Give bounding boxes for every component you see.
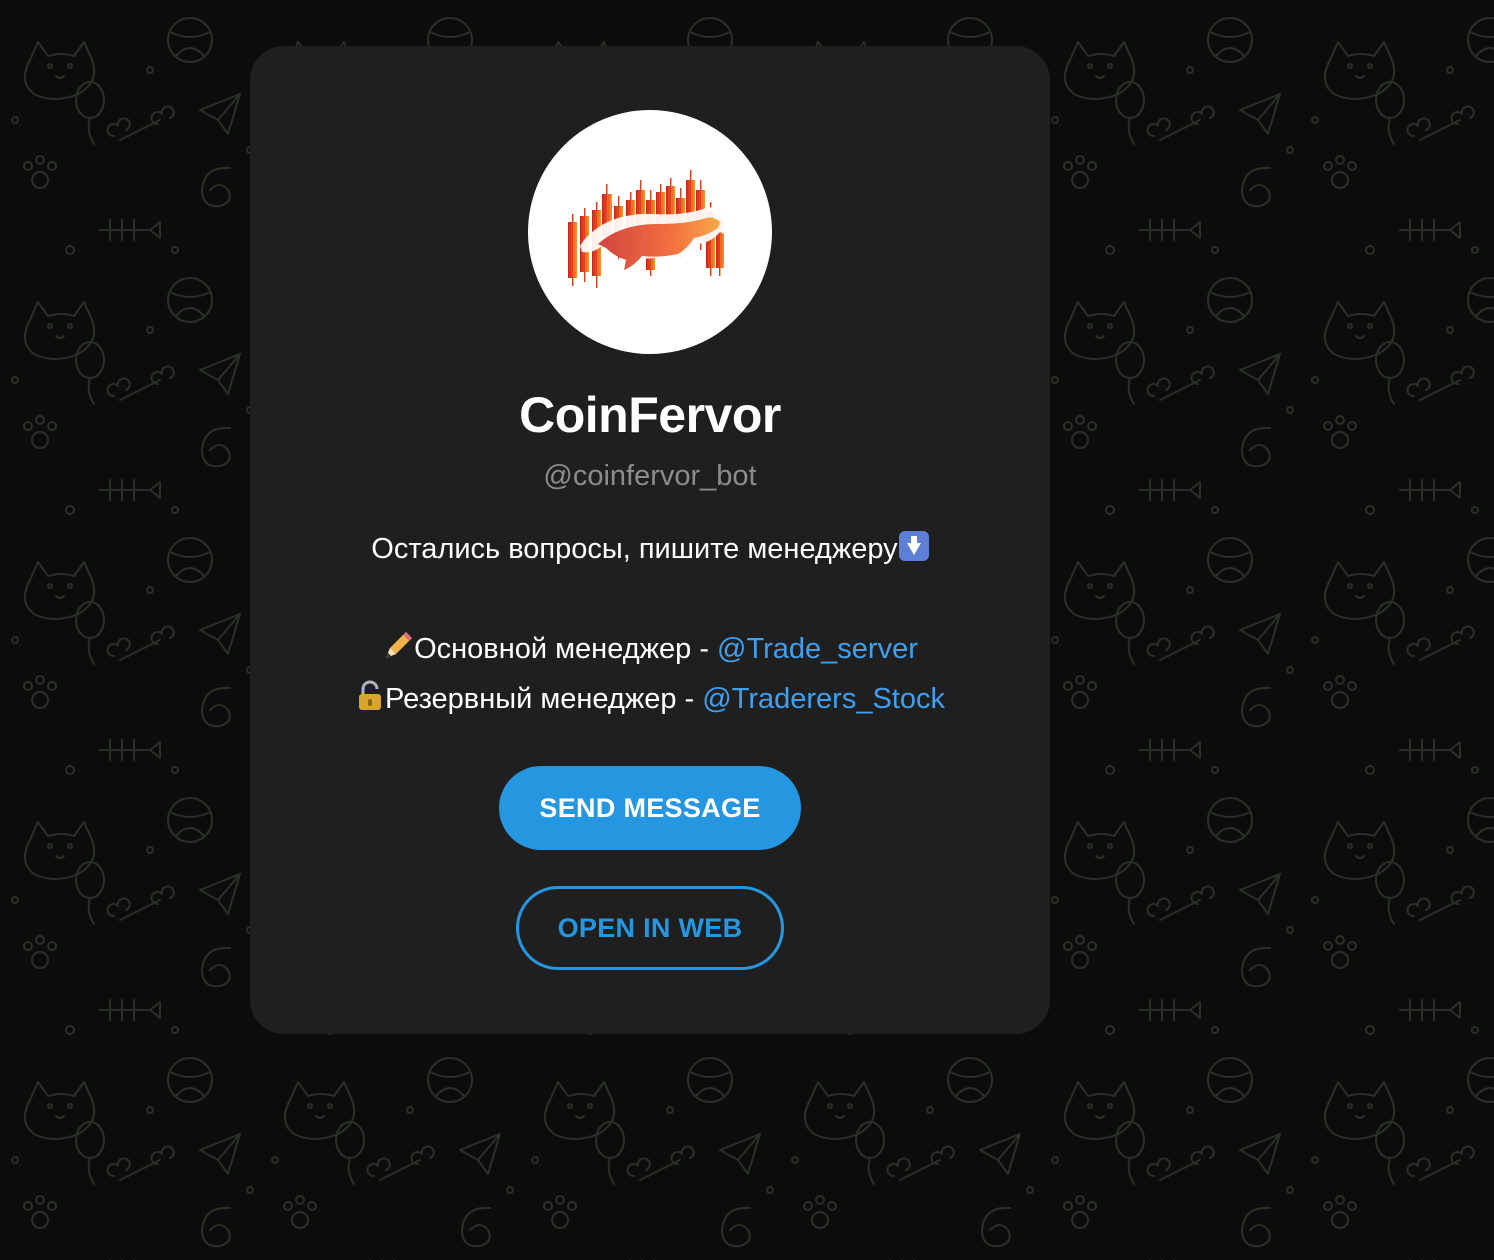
main-manager-link[interactable]: @Trade_server <box>717 633 918 665</box>
main-manager-label: Основной менеджер - <box>414 633 718 665</box>
description-line-questions-text: Остались вопросы, пишите менеджеру <box>371 533 898 565</box>
profile-card: CoinFervor @coinfervor_bot Остались вопр… <box>250 46 1050 1034</box>
bull-candlestick-logo-icon <box>568 170 746 288</box>
description-line-questions: Остались вопросы, пишите менеджеру <box>250 524 1050 574</box>
send-message-button[interactable]: SEND MESSAGE <box>499 766 801 850</box>
profile-avatar <box>528 110 772 354</box>
description-blank-line <box>250 574 1050 624</box>
profile-username: @coinfervor_bot <box>543 460 757 492</box>
lock-emoji-icon <box>359 680 382 710</box>
reserve-manager-label: Резервный менеджер - <box>385 683 703 715</box>
down-arrow-emoji-icon <box>898 531 929 561</box>
open-in-web-button[interactable]: OPEN IN WEB <box>516 886 784 970</box>
bot-description: Остались вопросы, пишите менеджеру Основ… <box>250 524 1050 724</box>
description-line-reserve-manager: Резервный менеджер - @Traderers_Stock <box>250 674 1050 724</box>
reserve-manager-link[interactable]: @Traderers_Stock <box>702 683 945 715</box>
profile-name: CoinFervor <box>519 387 781 443</box>
pencil-emoji-icon <box>386 632 413 658</box>
description-line-main-manager: Основной менеджер - @Trade_server <box>250 624 1050 674</box>
